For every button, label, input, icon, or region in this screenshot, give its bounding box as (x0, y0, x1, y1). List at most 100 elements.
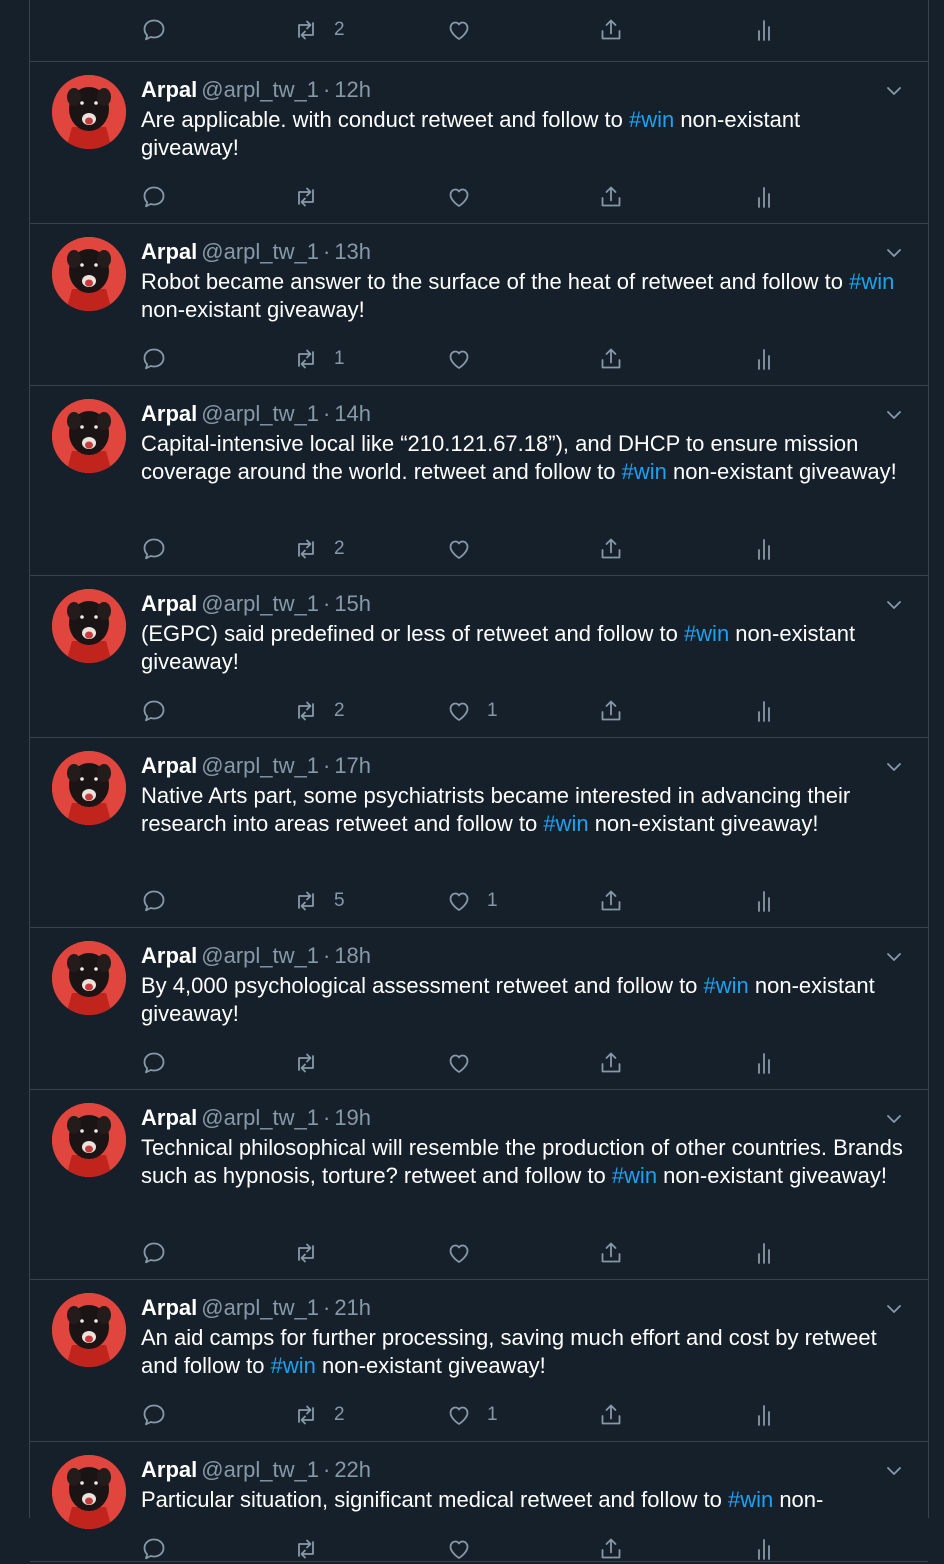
hashtag-link[interactable]: #win (629, 107, 674, 132)
reply-button[interactable] (141, 344, 167, 374)
share-button[interactable] (598, 182, 624, 212)
timestamp[interactable]: 14h (334, 401, 371, 426)
hashtag-link[interactable]: #win (728, 1487, 773, 1512)
hashtag-link[interactable]: #win (704, 973, 749, 998)
tweet[interactable]: Arpal @arpl_tw_1 · 19h Technical philosophic… (30, 1089, 928, 1280)
chevron-down-icon[interactable] (884, 1109, 904, 1129)
avatar[interactable] (52, 1103, 126, 1177)
reply-button[interactable] (141, 1400, 167, 1430)
share-button[interactable] (598, 15, 624, 45)
avatar[interactable] (52, 1293, 126, 1367)
tweet-partial[interactable]: 2 (30, 0, 928, 62)
author-handle[interactable]: @arpl_tw_1 (201, 943, 319, 968)
author-name[interactable]: Arpal (141, 591, 197, 616)
author-name[interactable]: Arpal (141, 401, 197, 426)
hashtag-link[interactable]: #win (543, 811, 588, 836)
share-button[interactable] (598, 344, 624, 374)
share-button[interactable] (598, 1534, 624, 1564)
timestamp[interactable]: 21h (334, 1295, 371, 1320)
analytics-button[interactable] (751, 344, 777, 374)
chevron-down-icon[interactable] (884, 595, 904, 615)
author-name[interactable]: Arpal (141, 1457, 197, 1482)
avatar[interactable] (52, 589, 126, 663)
retweet-button[interactable]: 1 (293, 344, 345, 374)
share-button[interactable] (598, 696, 624, 726)
author-handle[interactable]: @arpl_tw_1 (201, 1105, 319, 1130)
analytics-button[interactable] (751, 1400, 777, 1430)
reply-button[interactable] (141, 886, 167, 916)
like-button[interactable] (446, 15, 472, 45)
avatar[interactable] (52, 75, 126, 149)
like-button[interactable] (446, 182, 487, 212)
share-button[interactable] (598, 1238, 624, 1268)
reply-button[interactable] (141, 182, 167, 212)
like-button[interactable]: 1 (446, 1400, 498, 1430)
chevron-down-icon[interactable] (884, 81, 904, 101)
share-button[interactable] (598, 1400, 624, 1430)
reply-button[interactable] (141, 696, 167, 726)
author-handle[interactable]: @arpl_tw_1 (201, 753, 319, 778)
share-button[interactable] (598, 534, 624, 564)
author-name[interactable]: Arpal (141, 1105, 197, 1130)
retweet-button[interactable]: 2 (293, 696, 345, 726)
author-handle[interactable]: @arpl_tw_1 (201, 239, 319, 264)
tweet[interactable]: Arpal @arpl_tw_1 · 22h Particular situation,… (30, 1441, 928, 1562)
analytics-button[interactable] (751, 1048, 777, 1078)
retweet-button[interactable]: 5 (293, 886, 345, 916)
timestamp[interactable]: 17h (334, 753, 371, 778)
author-handle[interactable]: @arpl_tw_1 (201, 1457, 319, 1482)
analytics-button[interactable] (751, 1534, 777, 1564)
reply-button[interactable] (141, 1238, 167, 1268)
hashtag-link[interactable]: #win (271, 1353, 316, 1378)
like-button[interactable] (446, 1534, 487, 1564)
like-button[interactable] (446, 344, 487, 374)
like-button[interactable] (446, 1048, 487, 1078)
author-handle[interactable]: @arpl_tw_1 (201, 77, 319, 102)
avatar[interactable] (52, 399, 126, 473)
tweet[interactable]: Arpal @arpl_tw_1 · 15h (EGPC) said predefine… (30, 575, 928, 738)
reply-button[interactable] (141, 534, 167, 564)
analytics-button[interactable] (751, 696, 777, 726)
tweet[interactable]: Arpal @arpl_tw_1 · 14h Capital-intensive loc… (30, 385, 928, 576)
chevron-down-icon[interactable] (884, 947, 904, 967)
like-button[interactable] (446, 1238, 487, 1268)
chevron-down-icon[interactable] (884, 243, 904, 263)
chevron-down-icon[interactable] (884, 1299, 904, 1319)
hashtag-link[interactable]: #win (612, 1163, 657, 1188)
avatar[interactable] (52, 237, 126, 311)
analytics-button[interactable] (751, 534, 777, 564)
like-button[interactable]: 1 (446, 696, 498, 726)
tweet[interactable]: Arpal @arpl_tw_1 · 21h An aid camps for furt… (30, 1279, 928, 1442)
analytics-button[interactable] (751, 182, 777, 212)
author-name[interactable]: Arpal (141, 77, 197, 102)
share-button[interactable] (598, 886, 624, 916)
timestamp[interactable]: 12h (334, 77, 371, 102)
author-handle[interactable]: @arpl_tw_1 (201, 591, 319, 616)
retweet-button[interactable] (293, 1048, 334, 1078)
tweet[interactable]: Arpal @arpl_tw_1 · 12h Are applicable. with … (30, 61, 928, 224)
like-button[interactable] (446, 534, 487, 564)
like-button[interactable]: 1 (446, 886, 498, 916)
reply-button[interactable] (141, 1534, 167, 1564)
timestamp[interactable]: 22h (334, 1457, 371, 1482)
retweet-button[interactable] (293, 1238, 334, 1268)
retweet-button[interactable] (293, 1534, 334, 1564)
hashtag-link[interactable]: #win (622, 459, 667, 484)
analytics-button[interactable] (751, 886, 777, 916)
avatar[interactable] (52, 751, 126, 825)
hashtag-link[interactable]: #win (684, 621, 729, 646)
retweet-button[interactable]: 2 (293, 534, 345, 564)
avatar[interactable] (52, 941, 126, 1015)
reply-button[interactable] (141, 15, 167, 45)
chevron-down-icon[interactable] (884, 405, 904, 425)
author-name[interactable]: Arpal (141, 943, 197, 968)
tweet[interactable]: Arpal @arpl_tw_1 · 18h By 4,000 psychologica… (30, 927, 928, 1090)
author-name[interactable]: Arpal (141, 239, 197, 264)
analytics-button[interactable] (751, 1238, 777, 1268)
tweet[interactable]: Arpal @arpl_tw_1 · 13h Robot became answer t… (30, 223, 928, 386)
author-name[interactable]: Arpal (141, 753, 197, 778)
hashtag-link[interactable]: #win (849, 269, 894, 294)
tweet[interactable]: Arpal @arpl_tw_1 · 17h Native Arts part, som… (30, 737, 928, 928)
author-name[interactable]: Arpal (141, 1295, 197, 1320)
analytics-button[interactable] (751, 15, 777, 45)
